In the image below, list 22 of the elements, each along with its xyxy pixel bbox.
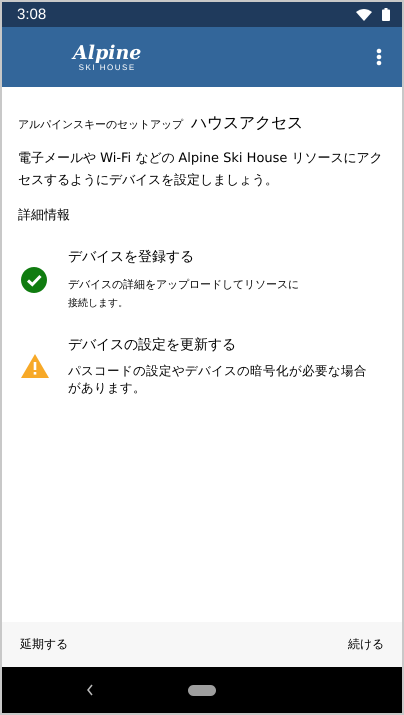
logo-subtitle: SKI HOUSE	[78, 62, 136, 72]
step-detail: デバイスの詳細をアップロードしてリソースに	[68, 277, 299, 293]
battery-icon	[382, 8, 390, 21]
warning-icon	[21, 354, 49, 378]
step-detail: パスコードの設定やデバイスの暗号化が必要な場合	[68, 362, 367, 379]
back-icon[interactable]	[86, 684, 94, 696]
logo-title: Alpine	[73, 42, 142, 62]
more-options-icon[interactable]	[376, 48, 382, 66]
description-text: 電子メールや Wi-Fi などの Alpine Ski House リソースにアクセスするようにデバイスを設定しましょう。	[18, 150, 384, 190]
step-detail: があります。	[68, 379, 147, 396]
continue-button[interactable]: 続ける	[346, 632, 386, 657]
page-title: ハウスアクセス	[191, 113, 303, 134]
heading-prefix: アルパインスキーのセットアップ	[18, 117, 183, 132]
home-button[interactable]	[188, 684, 216, 696]
step-detail: 接続します。	[68, 296, 129, 311]
checkmark-icon	[21, 267, 47, 293]
step-title: デバイスを登録する	[68, 248, 195, 266]
wifi-icon	[356, 8, 372, 20]
step-title: デバイスの設定を更新する	[68, 336, 237, 354]
postpone-button[interactable]: 延期する	[18, 632, 70, 657]
more-info-link[interactable]: 詳細情報	[18, 206, 70, 224]
clock-time: 3:08	[17, 6, 46, 23]
